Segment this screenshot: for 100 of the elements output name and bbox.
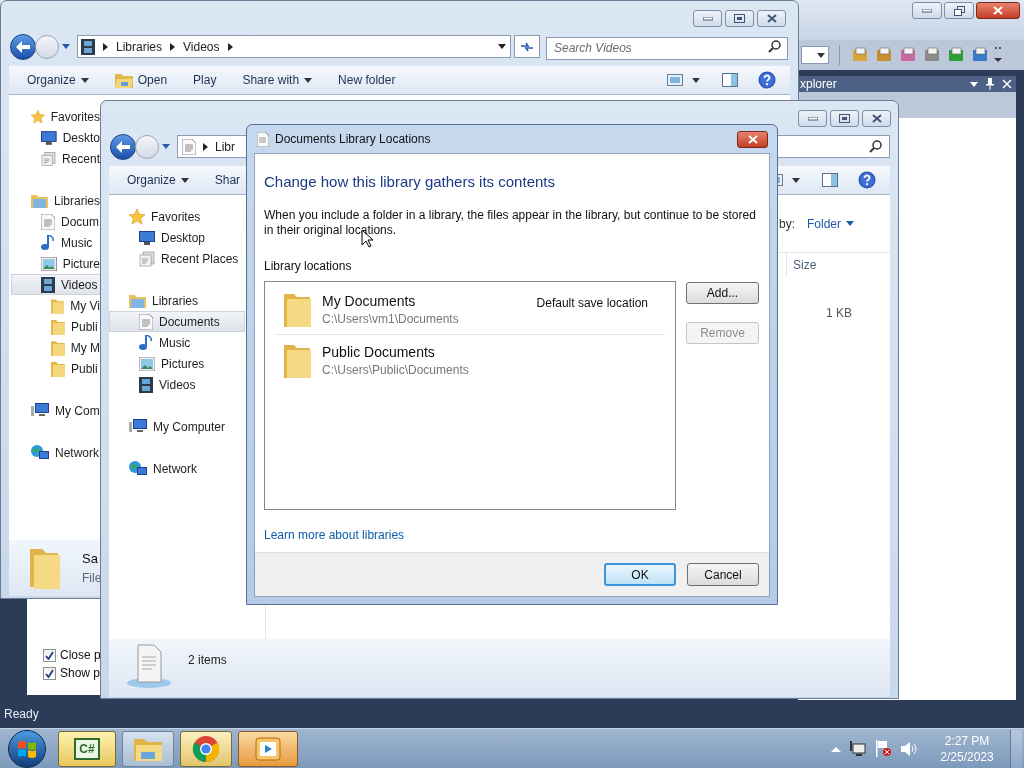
nav-item[interactable]: Publi <box>11 316 101 337</box>
nav-item[interactable]: Recent <box>11 148 101 169</box>
dropdown-field[interactable] <box>801 46 829 64</box>
toolbar-button[interactable]: Organize <box>23 68 93 92</box>
view-icon <box>667 74 683 86</box>
nav-item[interactable]: Recent Places <box>109 248 245 269</box>
close-button[interactable] <box>862 110 891 127</box>
taskbar-app-button[interactable]: C# <box>58 730 116 767</box>
nav-item[interactable]: My Computer <box>109 416 245 437</box>
close-button[interactable] <box>737 130 768 148</box>
close-button[interactable] <box>976 2 1020 19</box>
nav-item[interactable]: My M <box>11 337 101 358</box>
flag-icon[interactable] <box>875 740 891 757</box>
nav-item[interactable]: Favorites <box>109 206 245 227</box>
help-button[interactable] <box>858 171 876 189</box>
search-field[interactable]: Search Videos <box>546 36 788 60</box>
refresh-arrows-icon <box>520 40 534 53</box>
document-stack-icon <box>41 150 56 167</box>
caret-icon <box>498 44 506 49</box>
close-button[interactable] <box>757 10 786 27</box>
location-item[interactable]: Public Documents C:\Users\Public\Documents <box>275 342 665 385</box>
monitor-icon <box>41 130 57 145</box>
view-button[interactable] <box>667 74 700 86</box>
nav-item[interactable]: Music <box>109 332 245 353</box>
nav-item[interactable]: Libraries <box>109 290 245 311</box>
nav-item[interactable]: Favorites <box>11 106 101 127</box>
nav-item[interactable]: Picture <box>11 253 101 274</box>
speaker-icon[interactable] <box>900 741 918 756</box>
side-button[interactable]: Add... <box>686 281 759 304</box>
checkbox[interactable] <box>43 648 56 662</box>
toolbar-button[interactable]: Organize <box>123 168 193 192</box>
preview-pane-button[interactable] <box>822 173 838 187</box>
preview-pane-icon <box>722 73 738 87</box>
close-icon[interactable] <box>1002 79 1012 89</box>
column-header[interactable]: Size <box>786 253 890 277</box>
toolbar-button[interactable]: New folder <box>334 68 400 92</box>
nav-item[interactable]: My Com <box>11 400 101 421</box>
arrange-dropdown[interactable]: Folder <box>807 214 854 233</box>
breadcrumb-item[interactable]: Videos <box>183 37 220 56</box>
caret-icon <box>62 44 70 49</box>
checkbox-label: Show p <box>60 665 101 682</box>
help-link[interactable]: Learn more about libraries <box>264 525 405 544</box>
location-path: C:\Users\Public\Documents <box>322 361 470 379</box>
location-item[interactable]: My Documents C:\Users\vm1\Documents Default save location <box>275 291 665 335</box>
preview-pane-button[interactable] <box>722 73 738 87</box>
show-desktop-button[interactable] <box>1010 729 1022 768</box>
folder-icon <box>51 339 65 356</box>
nav-item[interactable]: Pictures <box>109 353 245 374</box>
maximize-button[interactable] <box>725 10 754 27</box>
refresh-button[interactable] <box>514 35 540 58</box>
nav-item[interactable]: Docum <box>11 211 101 232</box>
dialog-button[interactable]: OK <box>604 563 676 586</box>
breadcrumb-item[interactable]: Libraries <box>116 37 163 56</box>
nav-item[interactable]: Network <box>109 458 245 479</box>
toolbar-button[interactable]: Shar <box>210 168 245 192</box>
toolbar-button[interactable]: Share with <box>238 68 317 92</box>
breadcrumb-item[interactable]: Libr <box>215 137 235 156</box>
toolbar-button[interactable]: Open <box>110 68 172 92</box>
network-icon[interactable] <box>850 740 866 757</box>
nav-item[interactable]: Videos <box>109 374 245 395</box>
taskbar-app-button[interactable] <box>238 730 298 767</box>
restore-icon <box>953 5 965 16</box>
document-stack-icon <box>139 250 155 267</box>
maximize-button[interactable] <box>830 110 859 127</box>
nav-item[interactable]: Videos <box>11 274 101 295</box>
checkbox[interactable] <box>43 666 56 680</box>
tool-icon <box>924 47 940 63</box>
document-icon <box>257 131 269 147</box>
nav-item[interactable]: Documents <box>109 311 245 332</box>
start-button[interactable] <box>8 729 46 768</box>
breadcrumb-arrow-icon <box>170 42 176 51</box>
toolbar-button[interactable]: Play <box>189 68 221 92</box>
nav-item[interactable]: Network <box>11 442 101 463</box>
nav-item[interactable]: Libraries <box>11 190 101 211</box>
help-button[interactable] <box>758 71 776 89</box>
minimize-button[interactable] <box>798 110 827 127</box>
library-folder-icon <box>129 293 146 308</box>
overflow-icon[interactable] <box>994 46 1002 64</box>
dialog-title: Documents Library Locations <box>275 131 431 148</box>
nav-item[interactable]: Music <box>11 232 101 253</box>
back-button[interactable] <box>10 33 36 60</box>
back-button[interactable] <box>110 133 136 160</box>
taskbar-app-button[interactable] <box>180 730 232 767</box>
pin-icon[interactable] <box>986 78 994 90</box>
nav-item[interactable]: Deskto <box>11 127 101 148</box>
folder-icon <box>282 342 312 379</box>
folder-icon <box>51 360 65 377</box>
nav-item[interactable]: Desktop <box>109 227 245 248</box>
library-document-icon <box>126 643 172 689</box>
restore-button[interactable] <box>944 2 974 19</box>
address-bar[interactable]: Libraries Videos <box>77 35 511 58</box>
tool-icon <box>876 47 892 63</box>
nav-item[interactable]: My Vi <box>11 295 101 316</box>
dialog-button[interactable]: Cancel <box>687 563 759 586</box>
location-name: My Documents <box>322 291 417 310</box>
taskbar-app-button[interactable] <box>122 730 174 767</box>
dialog-heading: Change how this library gathers its contents <box>264 172 556 192</box>
minimize-button[interactable] <box>693 10 722 27</box>
nav-item[interactable]: Publi <box>11 358 101 379</box>
star-icon <box>129 208 145 225</box>
